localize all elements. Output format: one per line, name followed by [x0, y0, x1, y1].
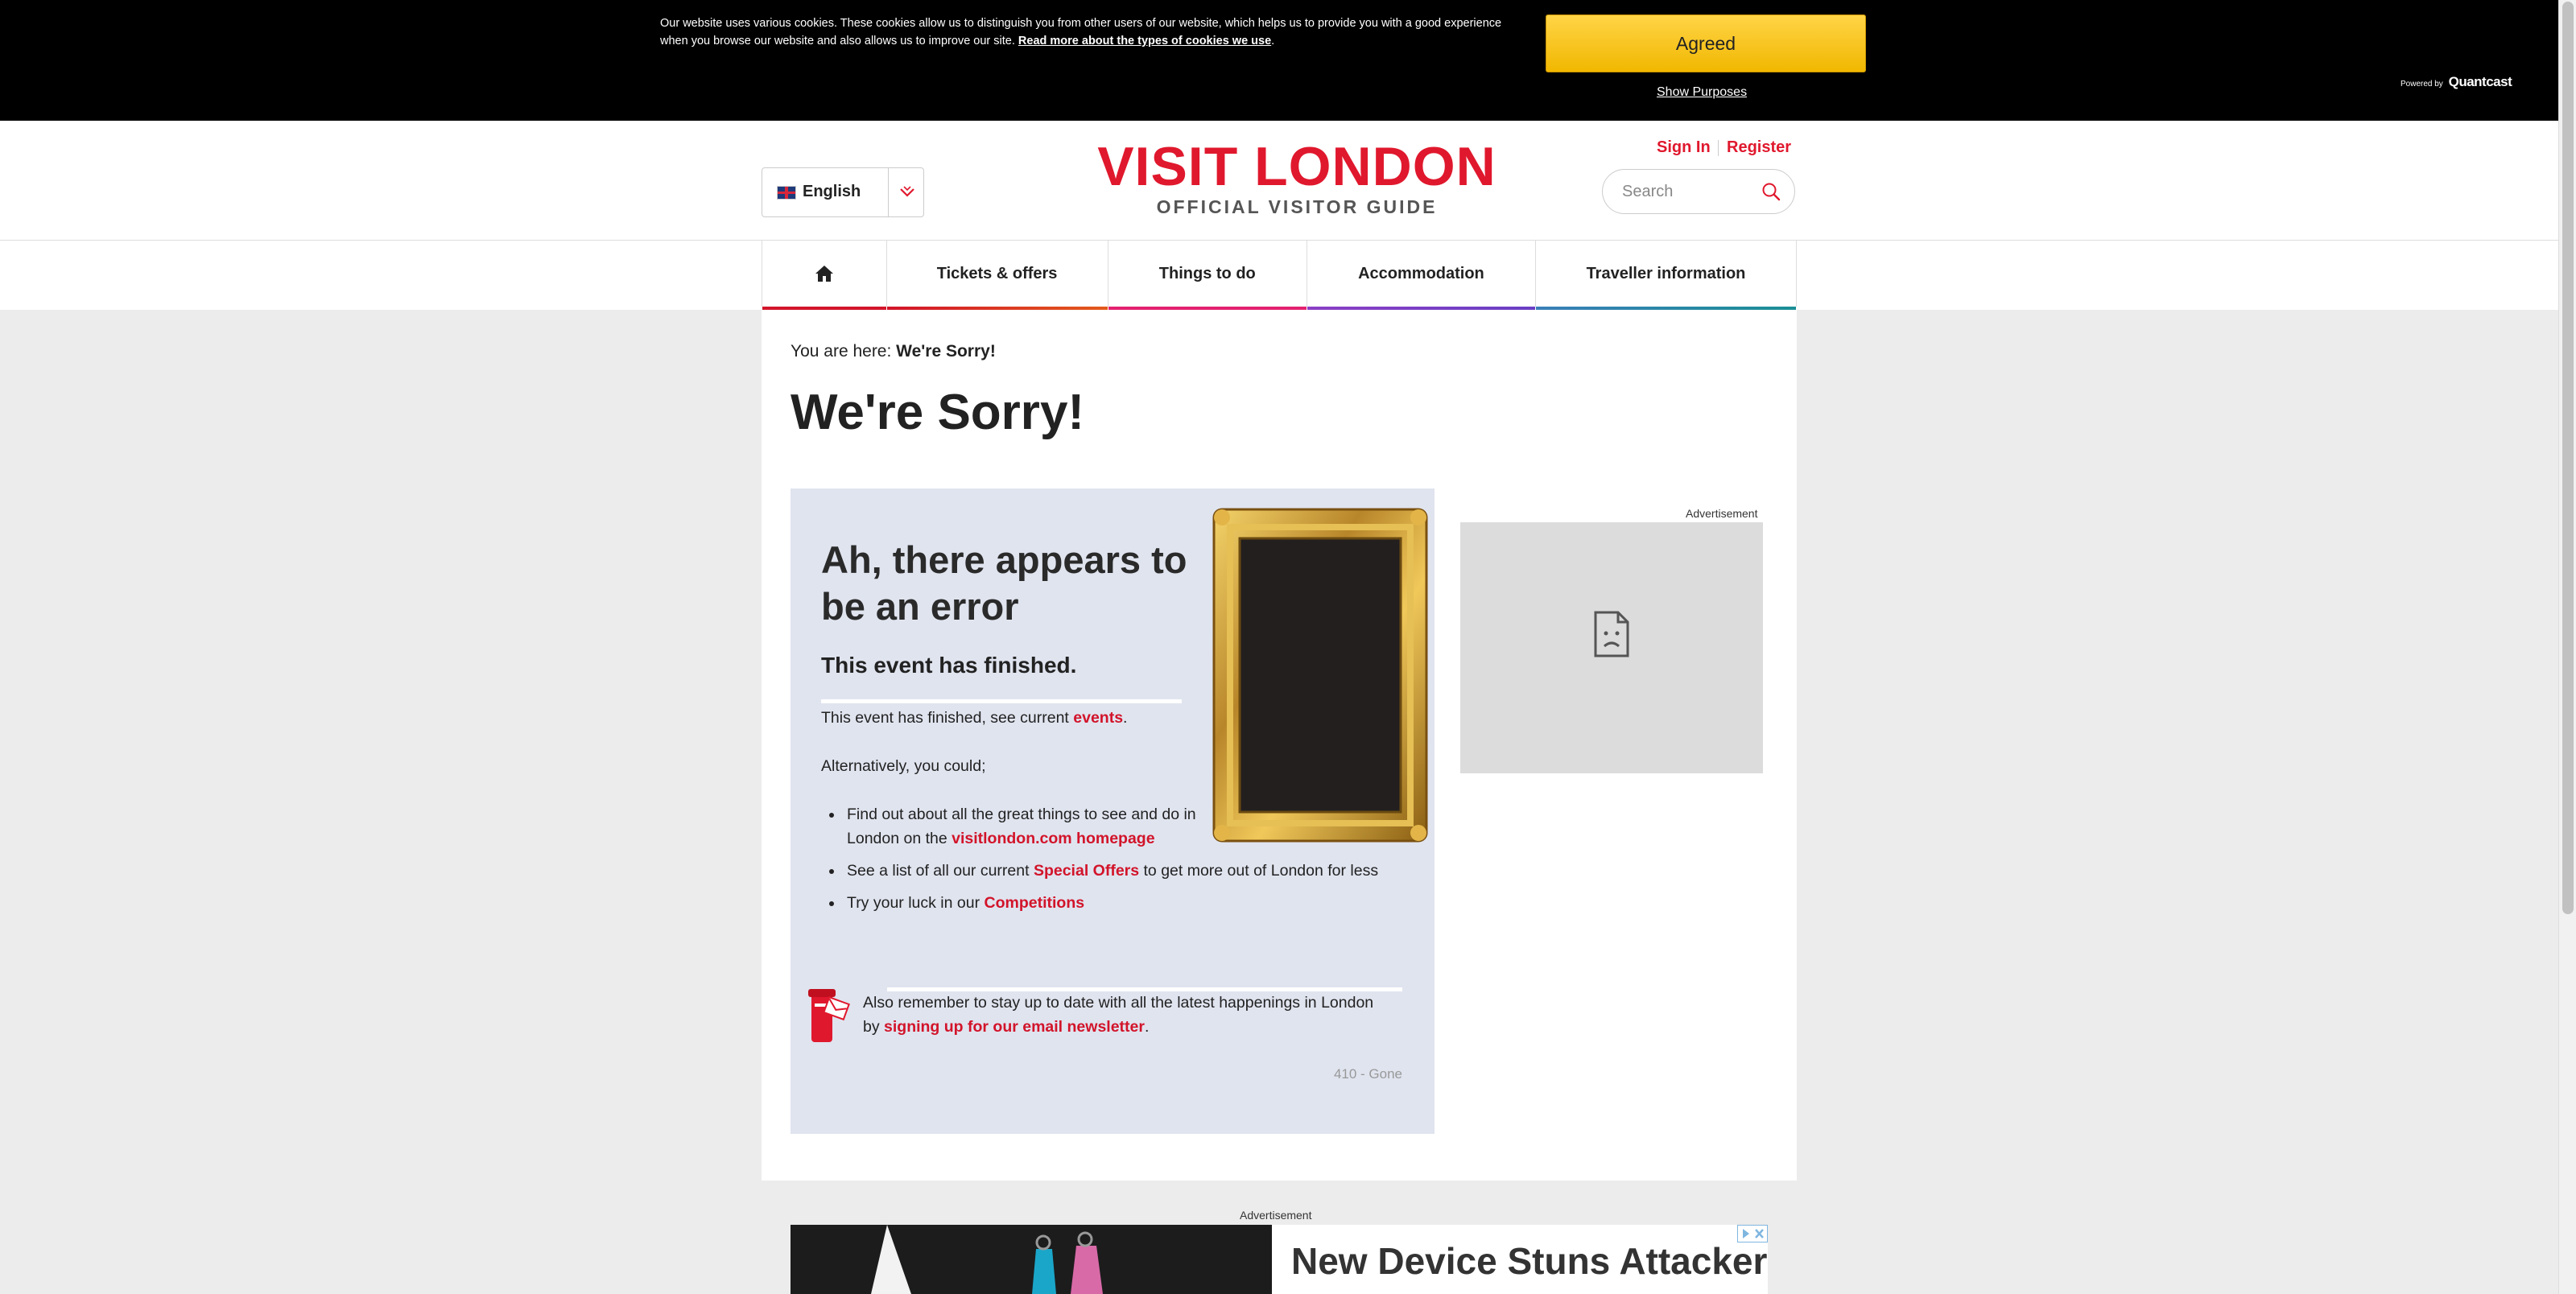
site-tagline: OFFICIAL VISITOR GUIDE [1156, 196, 1438, 217]
event-finished-text: This event has finished, see current eve… [821, 709, 1127, 727]
page-title: We're Sorry! [791, 385, 1085, 440]
competitions-link[interactable]: Competitions [985, 894, 1085, 912]
close-icon[interactable] [1738, 1226, 1767, 1242]
newsletter-end: . [1144, 1018, 1150, 1036]
main-navigation: Tickets & offers Things to do Accommodat… [0, 241, 2558, 310]
scrollbar-thumb[interactable] [2562, 2, 2574, 914]
ad-image [791, 1225, 1272, 1294]
bottom-advertisement[interactable]: New Device Stuns Attacker [791, 1225, 1768, 1294]
scrollbar[interactable] [2558, 0, 2576, 1294]
breadcrumb-prefix: You are here: [791, 342, 892, 361]
alternatively-text: Alternatively, you could; [821, 757, 986, 775]
homepage-link[interactable]: visitlondon.com homepage [952, 830, 1154, 847]
chevron-down-icon[interactable] [898, 183, 917, 202]
breadcrumb: You are here: We're Sorry! [791, 342, 996, 361]
list-item-text: to get more out of London for less [1139, 862, 1379, 880]
bottom-ad-label: Advertisement [1240, 1209, 1312, 1222]
quantcast-logo: Quantcast [2448, 74, 2512, 89]
list-item: See a list of all our current Special Of… [821, 859, 1401, 883]
suggestion-list: Find out about all the great things to s… [821, 802, 1401, 923]
events-link[interactable]: events [1073, 709, 1123, 727]
show-purposes-link[interactable]: Show Purposes [1657, 85, 1747, 100]
error-panel: Ah, there appears to be an error This ev… [791, 488, 1435, 1134]
list-item-text: Try your luck in our [847, 894, 985, 912]
cookie-message: Our website uses various cookies. These … [660, 17, 1502, 47]
nav-label: Traveller information [1586, 264, 1746, 282]
nav-accommodation[interactable]: Accommodation [1306, 241, 1535, 310]
breadcrumb-current: We're Sorry! [896, 342, 996, 361]
list-item: Find out about all the great things to s… [821, 802, 1201, 851]
divider [821, 699, 1182, 703]
language-selector[interactable]: English [762, 167, 924, 217]
broken-image-icon [1594, 611, 1629, 657]
picture-frame-image [1212, 508, 1428, 843]
nav-home[interactable] [762, 241, 886, 310]
language-divider [888, 168, 889, 216]
search-icon[interactable] [1761, 181, 1781, 202]
auth-divider [1718, 140, 1719, 156]
side-advertisement[interactable] [1460, 522, 1763, 773]
powered-by: Powered by Quantcast [2401, 74, 2512, 90]
ad-photo [791, 1225, 1272, 1294]
list-item-text: See a list of all our current [847, 862, 1034, 880]
nav-traveller-information[interactable]: Traveller information [1535, 241, 1797, 310]
language-label: English [803, 183, 861, 200]
para-text: This event has finished, see current [821, 709, 1074, 727]
nav-label: Tickets & offers [936, 264, 1058, 282]
newsletter-signup-link[interactable]: signing up for our email newsletter [884, 1018, 1145, 1036]
search-box [1602, 169, 1795, 214]
ad-headline: New Device Stuns Attacker [1291, 1240, 1768, 1282]
newsletter-text: Also remember to stay up to date with al… [863, 991, 1378, 1039]
adchoices-icon[interactable] [1737, 1225, 1768, 1242]
para-end: . [1123, 709, 1128, 727]
error-subheading: This event has finished. [821, 653, 1077, 678]
uk-flag-icon [777, 186, 796, 200]
main-content: You are here: We're Sorry! We're Sorry! … [762, 310, 1797, 1181]
agreed-button[interactable]: Agreed [1546, 14, 1866, 72]
error-heading: Ah, there appears to be an error [821, 538, 1187, 628]
nav-label: Accommodation [1358, 264, 1484, 282]
nav-tickets-offers[interactable]: Tickets & offers [886, 241, 1108, 310]
site-logo[interactable]: VISIT LONDON [1092, 135, 1502, 198]
side-ad-label: Advertisement [1686, 507, 1758, 520]
list-item: Try your luck in our Competitions [821, 891, 1401, 915]
powered-by-label: Powered by [2401, 80, 2443, 89]
special-offers-link[interactable]: Special Offers [1034, 862, 1139, 880]
cookie-policy-link[interactable]: Read more about the types of cookies we … [1018, 35, 1271, 47]
postbox-icon [808, 989, 850, 1042]
site-header: English VISIT LONDON OFFICIAL VISITOR GU… [0, 121, 2558, 241]
nav-label: Things to do [1158, 264, 1256, 282]
register-link[interactable]: Register [1727, 138, 1791, 157]
sign-in-link[interactable]: Sign In [1657, 138, 1711, 157]
status-code: 410 - Gone [1333, 1066, 1402, 1082]
nav-things-to-do[interactable]: Things to do [1107, 241, 1307, 310]
search-input[interactable] [1620, 179, 1761, 204]
home-icon [815, 266, 833, 282]
cookie-consent-bar: Our website uses various cookies. These … [0, 0, 2558, 121]
